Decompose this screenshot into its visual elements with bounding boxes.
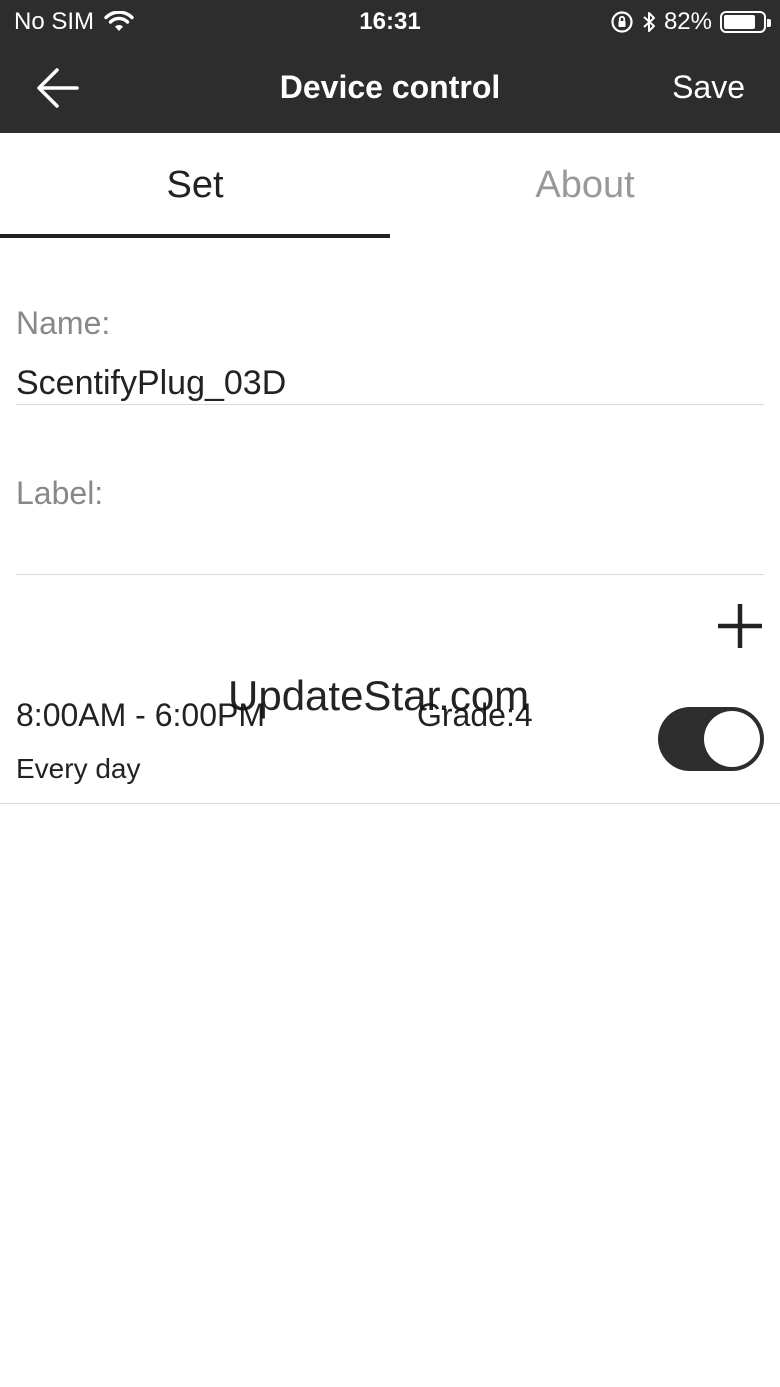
plus-icon — [718, 604, 762, 648]
orientation-lock-icon — [611, 11, 633, 33]
schedule-item[interactable]: 8:00AM - 6:00PM Grade:4 Every day — [0, 685, 780, 804]
name-field[interactable]: Name: ScentifyPlug_03D — [16, 305, 764, 405]
name-label: Name: — [16, 305, 111, 341]
battery-percent: 82% — [663, 8, 712, 35]
schedule-repeat: Every day — [16, 753, 141, 784]
save-button[interactable]: Save — [672, 69, 745, 106]
schedule-grade: Grade:4 — [417, 697, 533, 733]
schedule-time: 8:00AM - 6:00PM — [16, 697, 265, 733]
tab-bar: Set About — [0, 133, 780, 238]
schedule-toggle[interactable] — [658, 707, 764, 771]
battery-icon — [720, 11, 771, 33]
name-input[interactable]: ScentifyPlug_03D — [16, 364, 764, 406]
status-right: 82% — [602, 8, 771, 36]
page-title: Device control — [279, 69, 501, 105]
bluetooth-icon — [643, 12, 655, 32]
battery-fill — [724, 15, 755, 29]
app-header: No SIM 16:31 82% Device control Save — [0, 0, 780, 133]
nav-bar: Device control Save — [0, 44, 780, 133]
label-label: Label: — [16, 475, 104, 511]
label-input[interactable] — [16, 534, 764, 576]
add-schedule-button[interactable] — [716, 598, 764, 654]
toggle-knob — [704, 711, 760, 767]
tab-about[interactable]: About — [390, 133, 780, 238]
status-bar: No SIM 16:31 82% — [0, 0, 780, 44]
tab-set[interactable]: Set — [0, 133, 390, 238]
label-field[interactable]: Label: — [16, 475, 764, 575]
